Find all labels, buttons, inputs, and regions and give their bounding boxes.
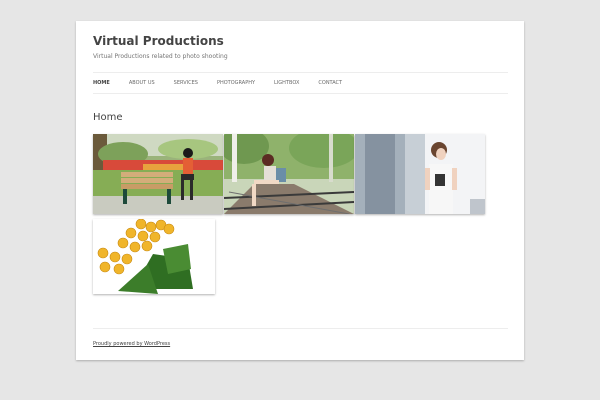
nav-item-about-us[interactable]: About Us [129,73,155,93]
nav-item-photography[interactable]: Photography [217,73,255,93]
site-title[interactable]: Virtual Productions [93,34,224,48]
site-description: Virtual Productions related to photo sho… [93,53,228,60]
woman-by-building-photo[interactable] [355,134,485,214]
nav-item-lightbox[interactable]: Lightbox [274,73,299,93]
woman-on-bench-photo[interactable] [93,134,223,214]
woman-on-railway-photo[interactable] [224,134,354,214]
footer-credit-link[interactable]: Proudly powered by WordPress [93,341,508,347]
page-title: Home [93,112,123,123]
nav-item-services[interactable]: Services [174,73,198,93]
main-navigation: Home About Us Services Photography Light… [93,72,508,94]
nav-item-home[interactable]: Home [93,73,110,93]
page-container: Virtual Productions Virtual Productions … [76,21,524,360]
site-footer: Proudly powered by WordPress [93,328,508,347]
yellow-roses-photo[interactable] [93,219,215,294]
nav-item-contact[interactable]: Contact [318,73,342,93]
